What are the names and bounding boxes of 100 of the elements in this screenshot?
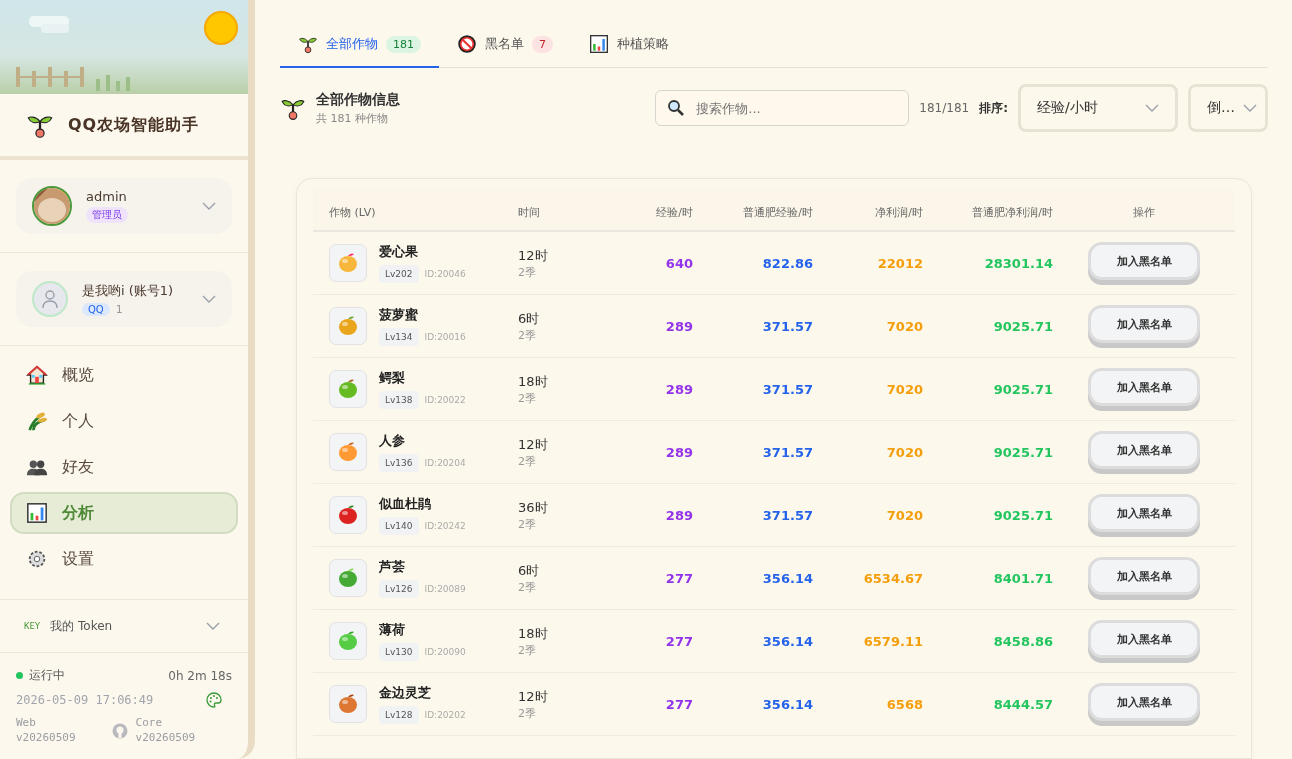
table-cell: 371.57 bbox=[762, 381, 813, 397]
count-badge: 181 bbox=[386, 35, 421, 53]
nav-item[interactable]: 概览 bbox=[10, 354, 238, 396]
table-cell: 9025.71 bbox=[993, 444, 1053, 460]
table-cell: 7020 bbox=[886, 444, 923, 460]
table-cell: 9025.71 bbox=[993, 381, 1053, 397]
season-count: 2季 bbox=[518, 642, 537, 658]
chevron-down-icon bbox=[206, 622, 220, 631]
uptime: 0h 2m 18s bbox=[168, 668, 232, 683]
level-badge: Lv202 bbox=[379, 265, 419, 283]
chevron-down-icon bbox=[1145, 104, 1159, 112]
table-cell: 7020 bbox=[886, 318, 923, 334]
table-cell: 6534.67 bbox=[863, 570, 923, 586]
grow-time: 12时 bbox=[518, 435, 548, 454]
table-cell: 289 bbox=[665, 318, 693, 334]
crop-id: ID:20090 bbox=[424, 647, 466, 657]
season-count: 2季 bbox=[518, 579, 537, 595]
key-label: KEY bbox=[24, 621, 41, 632]
season-count: 2季 bbox=[518, 453, 537, 469]
search-field[interactable]: 搜索作物... bbox=[655, 90, 910, 126]
tab[interactable]: 全部作物 181 bbox=[280, 24, 439, 68]
table-cell: 6568 bbox=[886, 696, 923, 712]
level-badge: Lv136 bbox=[379, 454, 419, 472]
table-cell: 289 bbox=[665, 381, 693, 397]
table-cell: 277 bbox=[665, 570, 693, 586]
season-count: 2季 bbox=[518, 516, 537, 532]
prohibited-icon bbox=[457, 34, 477, 54]
level-badge: Lv126 bbox=[379, 580, 419, 598]
table-cell: 371.57 bbox=[762, 318, 813, 334]
tab[interactable]: 种植策略 bbox=[571, 24, 687, 68]
wheat-icon bbox=[26, 410, 48, 432]
crop-name: 芦荟 bbox=[379, 558, 406, 576]
crop-id: ID:20016 bbox=[424, 332, 466, 342]
grow-time: 12时 bbox=[518, 246, 548, 265]
table-cell: 822.86 bbox=[762, 255, 813, 271]
season-count: 2季 bbox=[518, 390, 537, 406]
account-name: 是我哟i (账号1) bbox=[82, 282, 175, 300]
crop-name: 似血杜鹃 bbox=[379, 495, 432, 513]
account-card[interactable]: 是我哟i (账号1) QQ 1 bbox=[16, 271, 232, 327]
palette-icon[interactable] bbox=[206, 692, 222, 709]
crop-id: ID:20046 bbox=[424, 269, 466, 279]
table-cell: 371.57 bbox=[762, 444, 813, 460]
table-cell: 356.14 bbox=[762, 570, 813, 586]
grow-time: 36时 bbox=[518, 498, 548, 517]
crop-icon bbox=[329, 244, 367, 282]
table-cell: 277 bbox=[665, 633, 693, 649]
app-title: QQ农场智能助手 bbox=[68, 114, 200, 136]
avatar bbox=[32, 186, 72, 226]
crop-icon bbox=[329, 559, 367, 597]
table-cell: 8401.71 bbox=[993, 570, 1053, 586]
table-cell: 289 bbox=[665, 507, 693, 523]
section-title: 全部作物信息 bbox=[316, 90, 401, 109]
grow-time: 6时 bbox=[518, 561, 540, 580]
username: admin bbox=[86, 189, 128, 204]
table-cell: 28301.14 bbox=[984, 255, 1053, 271]
crop-icon bbox=[329, 496, 367, 534]
table-cell: 371.57 bbox=[762, 507, 813, 523]
crop-count: 共 181 种作物 bbox=[316, 110, 389, 126]
crop-name: 人参 bbox=[379, 432, 406, 450]
season-count: 2季 bbox=[518, 327, 537, 343]
grow-time: 6时 bbox=[518, 309, 540, 328]
nav-item[interactable]: 设置 bbox=[10, 538, 238, 580]
crop-name: 菠萝蜜 bbox=[379, 306, 419, 324]
crop-icon bbox=[329, 370, 367, 408]
crop-icon bbox=[329, 307, 367, 345]
level-badge: Lv140 bbox=[379, 517, 419, 535]
level-badge: Lv134 bbox=[379, 328, 419, 346]
sort-dropdown[interactable]: 经验/小时 bbox=[1018, 84, 1178, 132]
gear-icon bbox=[26, 548, 48, 570]
table-cell: 356.14 bbox=[762, 633, 813, 649]
crop-id: ID:20242 bbox=[424, 521, 466, 531]
level-badge: Lv138 bbox=[379, 391, 419, 409]
core-version: Core v20260509 bbox=[135, 716, 196, 745]
order-dropdown[interactable]: 倒… bbox=[1188, 84, 1268, 132]
nav-item[interactable]: 个人 bbox=[10, 400, 238, 442]
table-cell: 8458.86 bbox=[993, 633, 1053, 649]
table-cell: 356.14 bbox=[762, 696, 813, 712]
table-cell: 7020 bbox=[886, 381, 923, 397]
count-badge: 7 bbox=[532, 35, 553, 53]
crop-icon bbox=[329, 433, 367, 471]
crop-name: 鳄梨 bbox=[379, 369, 406, 387]
status-text: 运行中 bbox=[29, 667, 65, 685]
table-cell: 22012 bbox=[877, 255, 923, 271]
grow-time: 18时 bbox=[518, 372, 548, 391]
crop-icon bbox=[329, 622, 367, 660]
nav-item[interactable]: 好友 bbox=[10, 446, 238, 488]
crop-id: ID:20022 bbox=[424, 395, 466, 405]
crop-id: ID:20089 bbox=[424, 584, 466, 594]
table-cell: 9025.71 bbox=[993, 318, 1053, 334]
table-cell: 289 bbox=[665, 444, 693, 460]
table-cell: 640 bbox=[665, 255, 693, 271]
tab[interactable]: 黑名单 7 bbox=[439, 24, 571, 68]
level-badge: Lv128 bbox=[379, 706, 419, 724]
table-cell: 8444.57 bbox=[993, 696, 1053, 712]
crop-name: 薄荷 bbox=[379, 621, 406, 639]
user-avatar-icon bbox=[32, 281, 68, 317]
grow-time: 18时 bbox=[518, 624, 548, 643]
season-count: 2季 bbox=[518, 264, 537, 280]
token-row[interactable]: KEY 我的 Token bbox=[0, 599, 248, 654]
user-card[interactable]: admin 管理员 bbox=[16, 178, 232, 234]
